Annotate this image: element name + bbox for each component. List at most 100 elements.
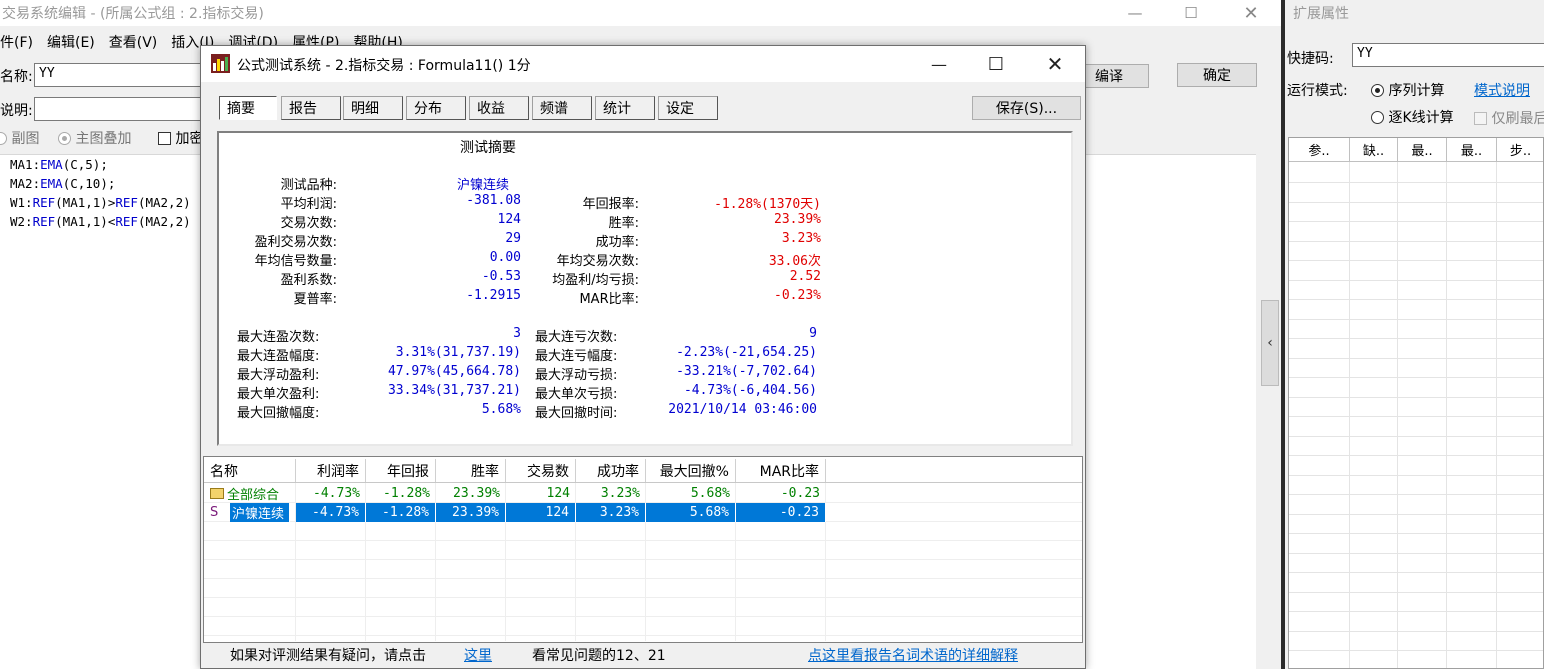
name-field[interactable]: YY: [34, 63, 214, 87]
grid-hline: [1289, 280, 1543, 281]
editor-titlebar: 交易系统编辑 - (所属公式组 : 2.指标交易) — ☐ ✕: [0, 0, 1281, 26]
faq-link[interactable]: 这里: [464, 645, 492, 665]
table-cell: 124: [546, 486, 570, 501]
radio-icon: [58, 132, 71, 145]
grid-header[interactable]: 步..: [1497, 138, 1543, 162]
table-header[interactable]: 胜率: [436, 459, 506, 483]
run-mode-label: 运行模式:: [1287, 83, 1348, 99]
grid-header[interactable]: 最..: [1447, 138, 1497, 162]
status-text-1: 如果对评测结果有疑问，请点击: [230, 648, 426, 664]
tab-detail[interactable]: 明细: [343, 96, 403, 120]
shortcut-field[interactable]: YY: [1352, 43, 1544, 67]
table-header[interactable]: 利润率: [296, 459, 366, 483]
grid-hline: [1289, 182, 1543, 183]
grid-hline: [1289, 592, 1543, 593]
grid-hline: [1289, 455, 1543, 456]
table-cell: -4.73%: [313, 486, 360, 501]
metric-label: 最大连亏次数:: [535, 330, 618, 345]
checkbox-icon: [158, 132, 171, 145]
code-token: W2:: [10, 214, 33, 229]
close-icon[interactable]: ✕: [1228, 0, 1274, 26]
subchart-radio[interactable]: 副图: [0, 128, 39, 148]
tab-statistics[interactable]: 统计: [595, 96, 655, 120]
maximize-icon[interactable]: ☐: [1168, 0, 1214, 26]
table-cell: 5.68%: [690, 486, 730, 501]
metric-label: 最大单次盈利:: [237, 387, 320, 402]
grid-header[interactable]: 参..: [1289, 138, 1350, 162]
refresh-last-checkbox[interactable]: 仅刷最后: [1474, 108, 1544, 128]
overlay-label: 主图叠加: [75, 131, 132, 147]
menu-view[interactable]: 查看(V): [109, 32, 158, 54]
status-text-2: 看常见问题的12、21: [532, 648, 666, 664]
metric-value: -4.73%(-6,404.56): [683, 383, 817, 398]
table-header[interactable]: 名称: [204, 459, 296, 483]
kline-mode-radio[interactable]: 逐K线计算: [1371, 107, 1454, 127]
table-cell: 23.39%: [453, 486, 500, 501]
table-row-name[interactable]: S 沪镍连续: [204, 503, 296, 522]
metric-value: 2021/10/14 03:46:00: [668, 402, 817, 417]
table-cell: 3.23%: [600, 486, 640, 501]
code-keyword: REF: [32, 214, 56, 229]
tab-settings[interactable]: 设定: [658, 96, 718, 120]
maximize-icon[interactable]: ☐: [976, 50, 1016, 78]
metric-label: 最大回撤幅度:: [237, 406, 320, 421]
table-row-name[interactable]: 全部综合: [204, 484, 296, 503]
grid-header[interactable]: 最..: [1398, 138, 1447, 162]
metric-value: 0.00: [489, 250, 521, 265]
table-header[interactable]: 成功率: [576, 459, 646, 483]
overlay-radio[interactable]: 主图叠加: [58, 128, 131, 148]
grid-hline: [1289, 260, 1543, 261]
tab-summary[interactable]: 摘要: [219, 96, 277, 120]
metric-label: 最大连盈幅度:: [237, 349, 320, 364]
kline-mode-label: 逐K线计算: [1388, 110, 1454, 126]
table-header[interactable]: 年回报: [366, 459, 436, 483]
tab-spectrum[interactable]: 频谱: [532, 96, 592, 120]
grid-hline: [1289, 553, 1543, 554]
radio-icon: [0, 132, 7, 145]
menu-file[interactable]: 件(F): [0, 32, 33, 54]
code-line: MA2:EMA(C,10);: [10, 176, 115, 191]
collapse-panel-handle[interactable]: ‹: [1261, 300, 1279, 386]
table-header[interactable]: 最大回撤%: [646, 459, 736, 483]
sequence-mode-radio[interactable]: 序列计算: [1371, 80, 1444, 100]
save-button[interactable]: 保存(S)...: [972, 96, 1081, 120]
metric-label: 均盈利/均亏损:: [552, 273, 639, 288]
code-line: W1:REF(MA1,1)>REF(MA2,2): [10, 195, 191, 210]
parameter-grid[interactable]: 参.. 缺.. 最.. 最.. 步..: [1288, 137, 1544, 669]
metric-value: 23.39%: [774, 212, 821, 227]
grid-hline: [1289, 572, 1543, 573]
code-keyword: EMA: [40, 157, 63, 172]
metric-value: 47.97%(45,664.78): [387, 364, 521, 379]
metric-value: 2.52: [789, 269, 821, 284]
mode-description-link[interactable]: 模式说明: [1474, 80, 1530, 100]
close-icon[interactable]: ✕: [1035, 50, 1075, 78]
table-header[interactable]: MAR比率: [736, 459, 826, 483]
code-token: W1:: [10, 195, 33, 210]
ok-button[interactable]: 确定: [1177, 63, 1257, 87]
grid-hline: [1289, 650, 1543, 651]
metric-value: -2.23%(-21,654.25): [676, 345, 817, 360]
glossary-link[interactable]: 点这里看报告名词术语的详细解释: [808, 645, 1018, 665]
grid-hline: [1289, 338, 1543, 339]
metric-value: 124: [497, 212, 521, 227]
table-header[interactable]: 交易数: [506, 459, 576, 483]
encrypt-checkbox[interactable]: 加密: [158, 128, 203, 148]
dialog-titlebar: 公式测试系统 - 2.指标交易 : Formula11() 1分 — ☐ ✕: [201, 46, 1085, 82]
folder-icon: [210, 488, 224, 499]
desc-field[interactable]: [34, 97, 214, 121]
grid-header[interactable]: 缺..: [1350, 138, 1398, 162]
minimize-icon[interactable]: —: [919, 50, 959, 78]
results-table: 名称 利润率 年回报 胜率 交易数 成功率 最大回撤% MAR比率 全部综合 -4.73% -1.2…: [203, 456, 1083, 643]
tab-report[interactable]: 报告: [281, 96, 341, 120]
code-keyword: REF: [115, 195, 138, 210]
code-line: MA1:EMA(C,5);: [10, 157, 108, 172]
product-label: 测试品种:: [280, 178, 337, 193]
table-cell: 5.68%: [646, 503, 736, 522]
code-token: MA1:: [10, 157, 41, 172]
tab-distribution[interactable]: 分布: [406, 96, 466, 120]
minimize-icon[interactable]: —: [1112, 0, 1158, 26]
subchart-label: 副图: [11, 131, 40, 147]
tab-returns[interactable]: 收益: [469, 96, 529, 120]
table-cell: 124: [506, 503, 576, 522]
menu-edit[interactable]: 编辑(E): [47, 32, 95, 54]
